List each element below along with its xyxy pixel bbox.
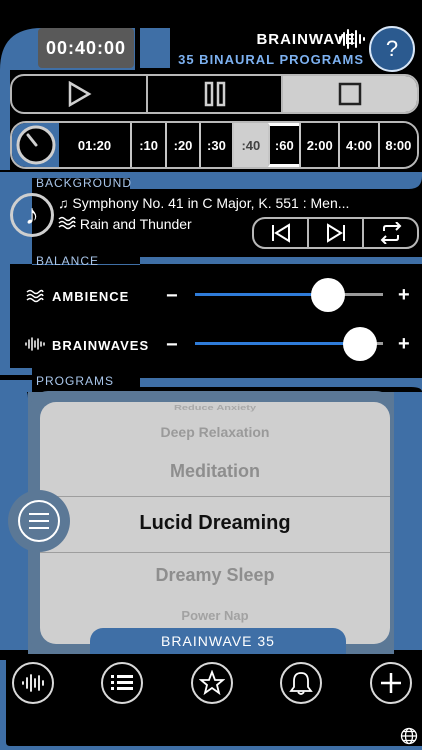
repeat-icon [380, 222, 401, 244]
ambience-increase[interactable]: + [398, 284, 410, 307]
help-button[interactable]: ? [369, 26, 415, 72]
waves-icon [58, 216, 76, 230]
star-icon [199, 670, 225, 696]
tab-add[interactable] [370, 662, 412, 704]
brainwaves-icon [25, 337, 45, 351]
pause-button[interactable] [148, 76, 284, 112]
section-balance: BALANCE [36, 254, 100, 268]
question-icon: ? [385, 36, 399, 61]
tab-favorites[interactable] [191, 662, 233, 704]
pause-icon [204, 81, 225, 107]
media-controls [252, 217, 419, 249]
current-duration: 01:20 [59, 123, 130, 167]
preset-40[interactable]: :40 [232, 123, 268, 167]
bell-icon [289, 672, 313, 695]
app-subtitle: 35 BINAURAL PROGRAMS [178, 52, 364, 67]
note-icon: ♫ [58, 195, 73, 211]
playback-controls [10, 74, 419, 114]
waveform-icon [22, 674, 44, 692]
preset-4h[interactable]: 4:00 [338, 123, 378, 167]
programs-menu-button[interactable] [8, 490, 70, 552]
program-item[interactable]: Power Nap [40, 608, 390, 623]
preset-2h[interactable]: 2:00 [299, 123, 339, 167]
ambience-slider-knob[interactable] [311, 278, 345, 312]
program-picker[interactable]: Reduce Anxiety Deep Relaxation Meditatio… [40, 402, 390, 644]
music-button[interactable]: ♪ [10, 193, 54, 237]
preset-10[interactable]: :10 [129, 123, 166, 167]
brainwaves-increase[interactable]: + [398, 333, 410, 356]
session-timer: 00:40:00 [38, 28, 134, 68]
ambience-decrease[interactable]: − [166, 285, 178, 308]
music-track-title: Symphony No. 41 in C Major, K. 551 : Men… [72, 195, 350, 211]
preset-60[interactable]: :60 [267, 123, 300, 167]
section-programs: PROGRAMS [36, 374, 115, 388]
program-item[interactable]: Meditation [40, 461, 390, 482]
list-icon [111, 675, 133, 690]
menu-icon [18, 500, 60, 542]
brainwaves-label: BRAINWAVES [52, 338, 150, 353]
brainwaves-slider-fill [195, 342, 360, 345]
ambience-track-title: Rain and Thunder [79, 216, 192, 232]
skip-back-icon [271, 223, 290, 243]
brainwaves-slider-knob[interactable] [343, 327, 377, 361]
ambience-slider-fill [195, 293, 328, 296]
ambience-icon [26, 289, 44, 303]
dial-icon [16, 125, 56, 165]
program-item[interactable]: Dreamy Sleep [40, 565, 390, 586]
previous-track-button[interactable] [254, 219, 309, 247]
preset-20[interactable]: :20 [165, 123, 199, 167]
globe-icon[interactable] [400, 727, 418, 745]
ambience-label: AMBIENCE [52, 289, 130, 304]
ambience-slider[interactable] [195, 278, 383, 312]
brainwaves-slider[interactable] [195, 327, 383, 361]
music-note-icon: ♪ [25, 199, 39, 230]
duration-dial[interactable] [12, 123, 60, 167]
ambience-track[interactable]: Rain and Thunder [58, 216, 192, 232]
repeat-button[interactable] [364, 219, 417, 247]
program-footer: BRAINWAVE 35 [90, 628, 346, 654]
program-item[interactable]: Reduce Anxiety [40, 404, 390, 412]
selection-divider-bottom [40, 552, 390, 553]
plus-icon [381, 673, 401, 693]
section-background: BACKGROUND [36, 176, 133, 190]
brainwaves-decrease[interactable]: − [166, 334, 178, 357]
skip-forward-icon [326, 223, 345, 243]
tab-list[interactable] [101, 662, 143, 704]
music-track[interactable]: ♫ Symphony No. 41 in C Major, K. 551 : M… [58, 195, 408, 211]
program-item[interactable]: Deep Relaxation [40, 424, 390, 440]
stop-icon [338, 82, 362, 106]
selection-divider-top [40, 496, 390, 497]
stop-button[interactable] [283, 76, 417, 112]
program-item-selected[interactable]: Lucid Dreaming [40, 512, 390, 535]
next-track-button[interactable] [309, 219, 364, 247]
preset-8h[interactable]: 8:00 [377, 123, 417, 167]
play-icon [68, 81, 92, 107]
play-button[interactable] [12, 76, 148, 112]
tab-alarm[interactable] [280, 662, 322, 704]
preset-30[interactable]: :30 [198, 123, 233, 167]
waveform-icon [339, 29, 365, 49]
duration-bar: 01:20 :10 :20 :30 :40 :60 2:00 4:00 8:00 [10, 121, 419, 169]
tab-brainwave[interactable] [12, 662, 54, 704]
